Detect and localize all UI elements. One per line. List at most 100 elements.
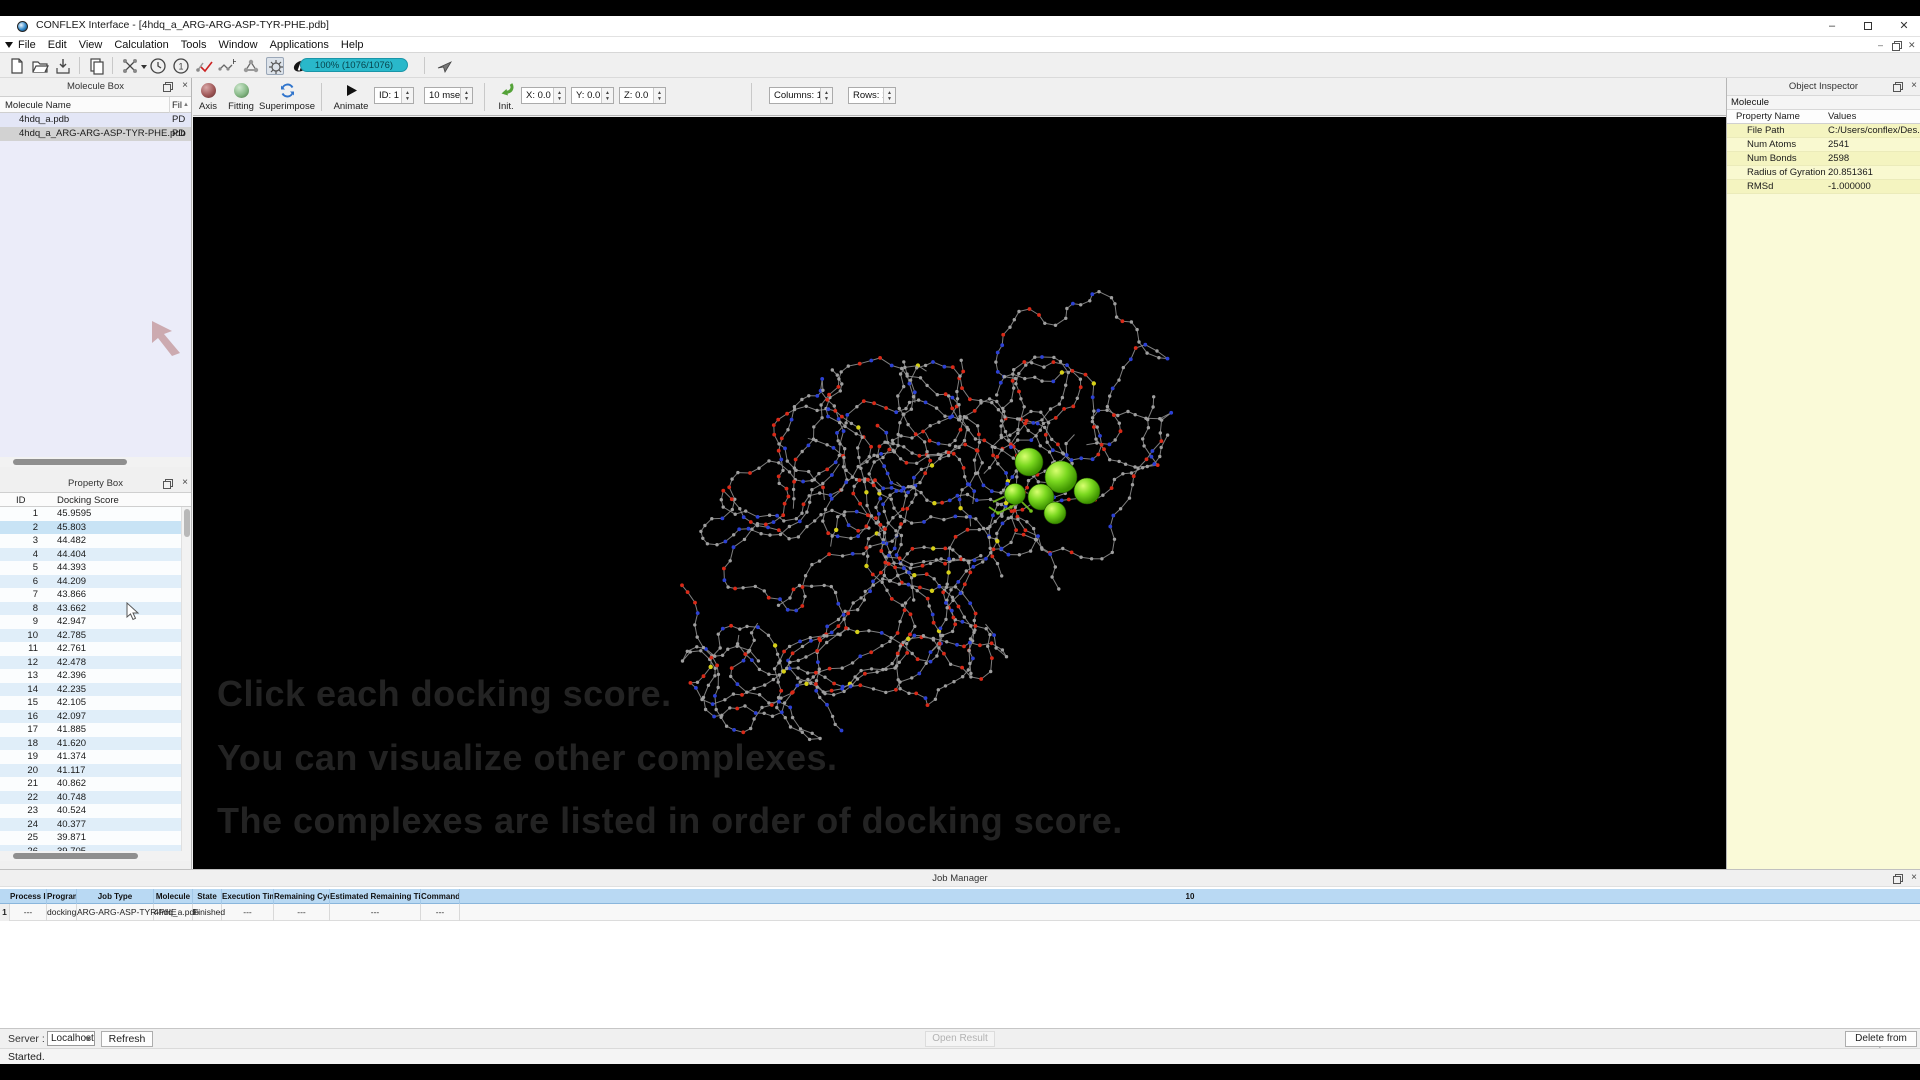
- spinner-buttons[interactable]: [883, 88, 895, 103]
- job-column-program[interactable]: Program: [47, 889, 77, 904]
- superimpose-button[interactable]: Superimpose: [257, 80, 317, 112]
- job-column-execution-time[interactable]: Execution Time: [222, 889, 274, 904]
- job-column-process-id[interactable]: Process ID: [10, 889, 47, 904]
- server-select[interactable]: Localhost: [47, 1031, 95, 1046]
- menu-item-view[interactable]: View: [73, 39, 109, 51]
- conformation-search-icon[interactable]: [121, 57, 139, 75]
- z-spinner[interactable]: Z: 0.0: [619, 87, 666, 104]
- new-file-icon[interactable]: [8, 57, 26, 75]
- spinner-buttons[interactable]: [820, 88, 832, 103]
- docking-score-row[interactable]: 2539.871: [0, 831, 181, 845]
- column-molecule-name[interactable]: Molecule Name: [5, 100, 71, 111]
- molecule-optimize-icon[interactable]: [266, 57, 284, 75]
- job-column-molecule[interactable]: Molecule: [154, 889, 193, 904]
- molecule-row[interactable]: 4hdq_a.pdbPD: [0, 113, 191, 127]
- inspector-row[interactable]: File PathC:/Users/conflex/Des...: [1727, 124, 1920, 138]
- mdi-restore-button[interactable]: [1892, 41, 1901, 50]
- molecule-box-hscrollbar[interactable]: [0, 457, 191, 467]
- job-column-job-type[interactable]: Job Type: [77, 889, 154, 904]
- float-panel-icon[interactable]: [163, 82, 172, 91]
- docking-score-row[interactable]: 245.803: [0, 521, 181, 535]
- y-spinner[interactable]: Y: 0.0: [571, 87, 614, 104]
- float-panel-icon[interactable]: [163, 479, 172, 488]
- inspector-row[interactable]: Num Atoms2541: [1727, 138, 1920, 152]
- float-panel-icon[interactable]: [1893, 874, 1902, 883]
- docking-score-row[interactable]: 145.9595: [0, 507, 181, 521]
- docking-score-row[interactable]: 2041.117: [0, 764, 181, 778]
- menu-item-tools[interactable]: Tools: [175, 39, 213, 51]
- float-panel-icon[interactable]: [1893, 82, 1902, 91]
- menu-item-help[interactable]: Help: [335, 39, 370, 51]
- column-divider[interactable]: [169, 97, 170, 114]
- mdi-minimize-button[interactable]: –: [1878, 40, 1883, 50]
- history-clock-icon[interactable]: [149, 57, 167, 75]
- molecule-row[interactable]: 4hdq_a_ARG-ARG-ASP-TYR-PHE.pdbPD: [0, 127, 191, 141]
- scrollbar-thumb[interactable]: [184, 509, 190, 537]
- open-file-icon[interactable]: [31, 57, 49, 75]
- rows-spinner[interactable]: Rows: 1: [848, 87, 896, 104]
- docking-score-row[interactable]: 2140.862: [0, 777, 181, 791]
- docking-score-row[interactable]: 1042.785: [0, 629, 181, 643]
- property-box-hscrollbar[interactable]: [0, 851, 191, 861]
- close-panel-icon[interactable]: ×: [1909, 873, 1919, 883]
- number-one-icon[interactable]: 1: [172, 57, 190, 75]
- molecule-box-column-header[interactable]: Molecule Name Fil ▲: [0, 96, 191, 113]
- inspector-row[interactable]: Radius of Gyration20.851361: [1727, 166, 1920, 180]
- job-table-header[interactable]: Process IDProgramJob TypeMoleculeStateEx…: [0, 889, 1920, 904]
- molecule-network-icon[interactable]: [242, 57, 260, 75]
- menu-item-file[interactable]: File: [12, 39, 42, 51]
- inspector-row[interactable]: RMSd-1.000000: [1727, 180, 1920, 194]
- close-panel-icon[interactable]: ×: [180, 478, 190, 488]
- refresh-button[interactable]: Refresh: [101, 1031, 153, 1047]
- axis-button[interactable]: Axis: [193, 80, 223, 112]
- docking-score-row[interactable]: 1342.396: [0, 669, 181, 683]
- chevron-down-icon[interactable]: [141, 65, 147, 69]
- column-file[interactable]: Fil: [172, 100, 182, 111]
- x-spinner[interactable]: X: 0.0: [521, 87, 566, 104]
- job-column-remaining-cycle[interactable]: Remaining Cycle: [274, 889, 330, 904]
- docking-score-row[interactable]: 1442.235: [0, 683, 181, 697]
- column-id[interactable]: ID: [16, 495, 26, 506]
- bond-check-icon[interactable]: [195, 57, 213, 75]
- docking-score-row[interactable]: 743.866: [0, 588, 181, 602]
- scrollbar-thumb[interactable]: [13, 459, 127, 465]
- job-column-state[interactable]: State: [193, 889, 222, 904]
- docking-score-row[interactable]: 942.947: [0, 615, 181, 629]
- save-file-icon[interactable]: [54, 57, 72, 75]
- copy-icon[interactable]: [88, 57, 106, 75]
- id-spinner[interactable]: ID: 1: [374, 87, 414, 104]
- close-panel-icon[interactable]: ×: [180, 81, 190, 91]
- spinner-buttons[interactable]: [653, 88, 665, 103]
- docking-score-row[interactable]: 1841.620: [0, 737, 181, 751]
- spinner-buttons[interactable]: [460, 88, 472, 103]
- columns-spinner[interactable]: Columns: 1: [769, 87, 833, 104]
- init-button[interactable]: Init.: [491, 80, 521, 112]
- animate-button[interactable]: Animate: [329, 80, 373, 112]
- close-button[interactable]: ✕: [1892, 18, 1916, 34]
- maximize-button[interactable]: [1856, 18, 1880, 34]
- docking-score-row[interactable]: 1642.097: [0, 710, 181, 724]
- open-result-button[interactable]: Open Result: [925, 1031, 995, 1047]
- menu-item-calculation[interactable]: Calculation: [108, 39, 174, 51]
- docking-score-row[interactable]: 1142.761: [0, 642, 181, 656]
- docking-score-row[interactable]: 444.404: [0, 548, 181, 562]
- docking-score-row[interactable]: 2240.748: [0, 791, 181, 805]
- spinner-buttons[interactable]: [601, 88, 613, 103]
- fitting-button[interactable]: Fitting: [223, 80, 259, 112]
- docking-score-row[interactable]: 2440.377: [0, 818, 181, 832]
- docking-score-row[interactable]: 1941.374: [0, 750, 181, 764]
- menu-item-edit[interactable]: Edit: [42, 39, 73, 51]
- property-box-vscrollbar[interactable]: [181, 507, 191, 851]
- docking-score-row[interactable]: 644.209: [0, 575, 181, 589]
- docking-score-row[interactable]: 843.662: [0, 602, 181, 616]
- job-column-wide[interactable]: 10: [460, 889, 1920, 904]
- hydrogen-add-icon[interactable]: H: [218, 57, 236, 75]
- docking-score-row[interactable]: 344.482: [0, 534, 181, 548]
- scrollbar-thumb[interactable]: [13, 853, 138, 859]
- delete-from-list-button[interactable]: Delete from List: [1845, 1031, 1917, 1047]
- docking-score-row[interactable]: 1542.105: [0, 696, 181, 710]
- inspector-row[interactable]: Num Bonds2598: [1727, 152, 1920, 166]
- property-box-column-header[interactable]: ID Docking Score: [0, 492, 191, 507]
- docking-score-row[interactable]: 1242.478: [0, 656, 181, 670]
- viewport-3d[interactable]: Click each docking score.You can visuali…: [193, 117, 1726, 869]
